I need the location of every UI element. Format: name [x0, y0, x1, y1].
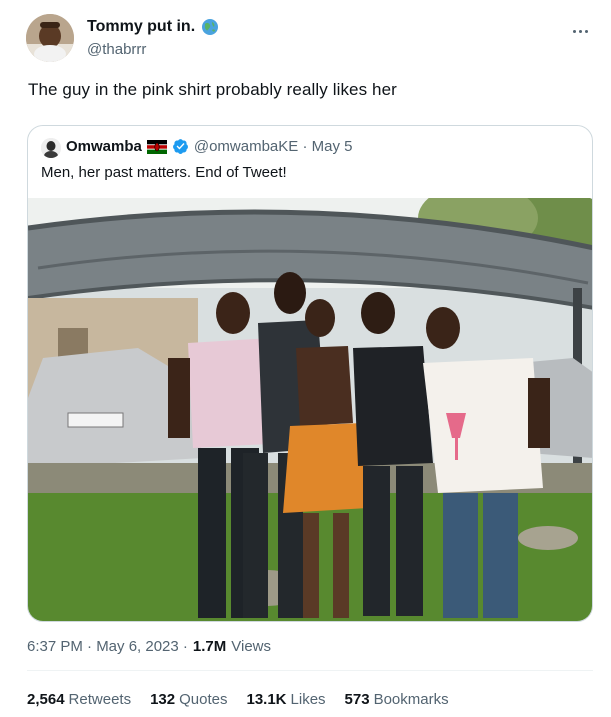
- quoted-display-name[interactable]: Omwamba: [66, 138, 142, 155]
- author-name-row: Tommy put in.: [87, 18, 219, 36]
- group-photo[interactable]: [28, 183, 592, 621]
- bookmarks-stat[interactable]: 573 Bookmarks: [345, 691, 449, 708]
- quoted-handle-date[interactable]: @omwambaKE · May 5: [194, 138, 353, 155]
- bookmarks-count: 573: [344, 691, 370, 708]
- views-count: 1.7M: [192, 638, 227, 655]
- divider: [27, 670, 593, 671]
- author-display-name[interactable]: Tommy put in.: [87, 18, 195, 36]
- quoted-author-avatar[interactable]: [41, 138, 61, 158]
- quoted-header: Omwamba @omwambaKE · May 5: [66, 138, 352, 155]
- quoted-tweet-card[interactable]: Omwamba @omwambaKE · May 5 Men, her past…: [27, 125, 593, 622]
- quotes-stat[interactable]: 132 Quotes: [150, 691, 227, 708]
- verified-icon: [172, 138, 189, 155]
- retweets-stat[interactable]: 2,564 Retweets: [27, 691, 131, 708]
- likes-count: 13.1K: [246, 691, 287, 708]
- likes-label: Likes: [290, 691, 326, 708]
- timestamp[interactable]: 6:37 PM · May 6, 2023 ·: [27, 638, 188, 655]
- quoted-text: Men, her past matters. End of Tweet!: [41, 164, 287, 181]
- bookmarks-label: Bookmarks: [373, 691, 449, 708]
- likes-stat[interactable]: 13.1K Likes: [246, 691, 325, 708]
- kenya-flag-icon: [146, 139, 167, 154]
- author-avatar[interactable]: [26, 14, 74, 62]
- retweets-label: Retweets: [68, 691, 132, 708]
- retweets-count: 2,564: [27, 691, 65, 708]
- quotes-label: Quotes: [179, 691, 228, 708]
- more-options-icon[interactable]: [569, 20, 591, 42]
- tweet: Tommy put in. @thabrrr The guy in the pi…: [0, 0, 611, 717]
- globe-icon: [201, 18, 219, 36]
- quotes-count: 132: [150, 691, 176, 708]
- engagement-stats: 2,564 Retweets 132 Quotes 13.1K Likes 57…: [27, 691, 449, 708]
- tweet-text: The guy in the pink shirt probably reall…: [28, 80, 397, 99]
- author-handle[interactable]: @thabrrr: [87, 41, 146, 58]
- tweet-meta: 6:37 PM · May 6, 2023 · 1.7M Views: [27, 638, 271, 655]
- views-label: Views: [231, 638, 272, 655]
